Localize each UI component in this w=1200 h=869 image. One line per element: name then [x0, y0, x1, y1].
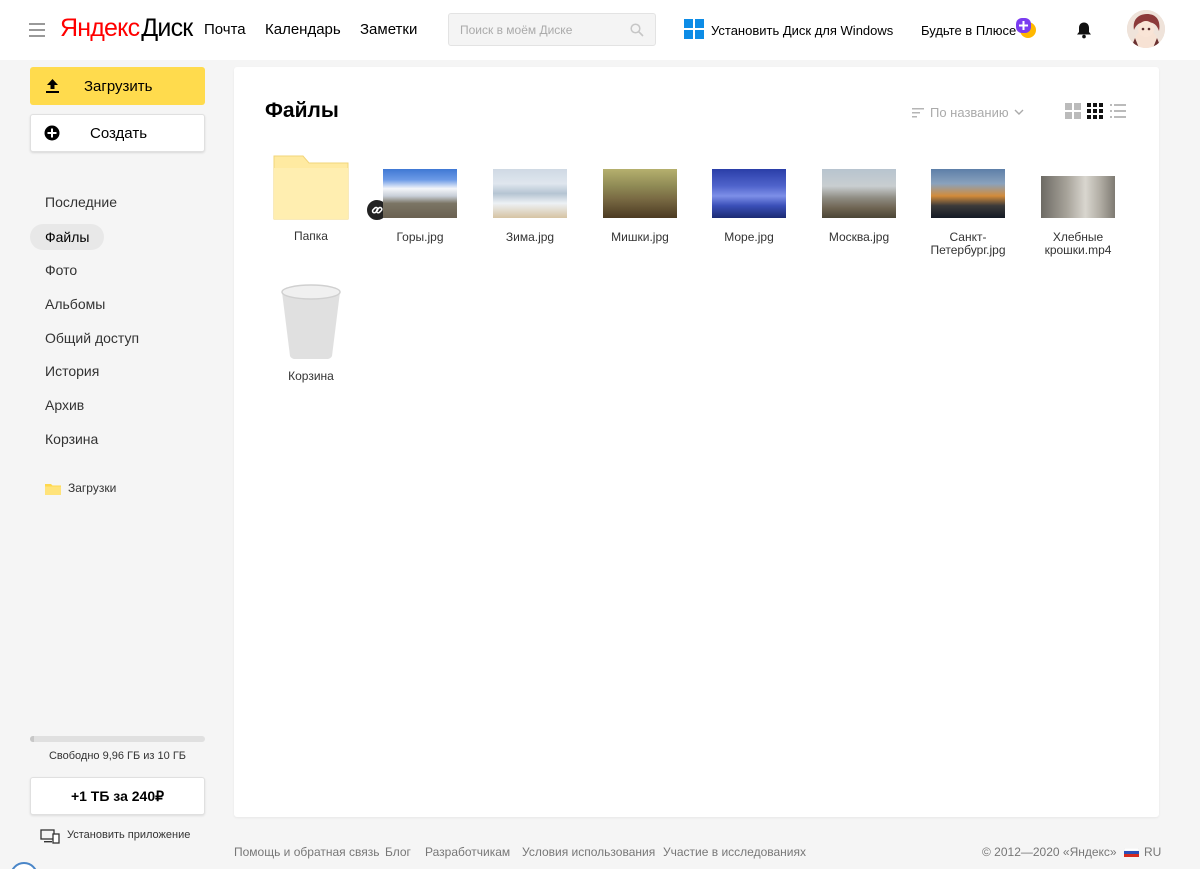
search-icon[interactable]: [630, 23, 644, 37]
file-item-image[interactable]: Мишки.jpg: [590, 169, 690, 259]
sort-label: По названию: [930, 105, 1009, 120]
image-thumbnail: [931, 169, 1005, 218]
file-item-image[interactable]: Море.jpg: [699, 169, 799, 259]
image-thumbnail: [822, 169, 896, 218]
chevron-down-icon: [1014, 109, 1024, 115]
sidebar-item-files[interactable]: Файлы: [30, 224, 105, 250]
russia-flag-icon: [1124, 848, 1139, 857]
quota-text: Свободно 9,96 ГБ из 10 ГБ: [48, 750, 187, 762]
file-item-trash[interactable]: Корзина: [261, 283, 361, 383]
file-item-video[interactable]: Хлебные крошки.mp4: [1028, 169, 1128, 269]
sidebar-folder-label: Загрузки: [68, 481, 117, 495]
file-name: Зима.jpg: [505, 230, 555, 244]
create-button[interactable]: Создать: [30, 114, 205, 152]
logo[interactable]: ЯндексДиск: [60, 14, 193, 43]
file-name: Папка: [294, 229, 328, 243]
file-item-image[interactable]: Зима.jpg: [480, 169, 580, 259]
sidebar-item-albums[interactable]: Альбомы: [30, 291, 120, 317]
folder-icon: [273, 155, 349, 220]
file-name: Море.jpg: [724, 230, 774, 244]
upload-button[interactable]: Загрузить: [30, 67, 205, 105]
file-name: Москва.jpg: [828, 230, 890, 244]
footer-link-terms[interactable]: Условия использования: [522, 845, 655, 859]
view-small-tiles-icon[interactable]: [1087, 103, 1103, 119]
folder-icon: [45, 484, 61, 495]
file-name: Санкт-Петербург.jpg: [930, 230, 1006, 257]
image-thumbnail: [603, 169, 677, 218]
nav-notes[interactable]: Заметки: [360, 21, 417, 38]
quota-bar: [30, 736, 205, 742]
footer-link-developers[interactable]: Разработчикам: [425, 845, 510, 859]
file-name: Мишки.jpg: [611, 230, 669, 244]
nav-mail[interactable]: Почта: [204, 21, 246, 38]
logo-yandex: Яндекс: [60, 14, 140, 42]
search-box: [448, 13, 656, 46]
file-item-image[interactable]: Санкт-Петербург.jpg: [918, 169, 1018, 269]
language-label: RU: [1144, 845, 1162, 859]
file-item-image[interactable]: Горы.jpg: [370, 169, 470, 259]
nav-calendar[interactable]: Календарь: [265, 21, 341, 38]
create-button-label: Создать: [90, 125, 148, 142]
file-item-folder[interactable]: Папка: [261, 154, 389, 254]
file-name: Горы.jpg: [396, 230, 444, 244]
logo-disk: Диск: [141, 14, 193, 42]
footer-link-help[interactable]: Помощь и обратная связь: [234, 845, 379, 859]
install-app-label: Установить приложение: [67, 829, 191, 841]
sidebar-item-trash[interactable]: Корзина: [30, 426, 113, 452]
devices-icon: [40, 829, 60, 844]
upload-icon: [46, 79, 59, 93]
sidebar-item-recent[interactable]: Последние: [30, 189, 132, 215]
avatar[interactable]: [1127, 10, 1165, 48]
avatar-image: [1127, 10, 1165, 48]
windows-icon: [684, 19, 704, 39]
sidebar-item-shared[interactable]: Общий доступ: [30, 325, 154, 351]
bell-icon[interactable]: [1076, 21, 1092, 39]
file-name: Корзина: [288, 369, 334, 383]
sidebar-item-photo[interactable]: Фото: [30, 257, 92, 283]
quota-fill: [30, 736, 34, 742]
image-thumbnail: [712, 169, 786, 218]
plus-icon[interactable]: [1016, 18, 1037, 39]
upload-button-label: Загрузить: [84, 78, 153, 95]
plus-circle-icon: [44, 125, 60, 141]
menu-icon[interactable]: [29, 23, 45, 37]
file-item-image[interactable]: Москва.jpg: [809, 169, 909, 259]
sidebar-item-archive[interactable]: Архив: [30, 392, 99, 418]
footer-link-research[interactable]: Участие в исследованиях: [663, 845, 806, 859]
buy-space-button[interactable]: +1 ТБ за 240₽: [30, 777, 205, 815]
header: ЯндексДиск Почта Календарь Заметки Устан…: [0, 0, 1200, 60]
view-large-tiles-icon[interactable]: [1065, 103, 1081, 119]
sidebar-item-history[interactable]: История: [30, 358, 114, 384]
sort-icon: [912, 108, 924, 118]
files-panel: Файлы По названию Папка Горы.jpg Зима.jp…: [234, 67, 1159, 817]
image-thumbnail: [493, 169, 567, 218]
trash-bin-icon: [281, 284, 341, 359]
footer-link-blog[interactable]: Блог: [385, 845, 411, 859]
video-thumbnail: [1041, 176, 1115, 218]
page-title: Файлы: [265, 99, 339, 122]
plus-promo-link[interactable]: Будьте в Плюсе: [921, 23, 1016, 38]
image-thumbnail: [383, 169, 457, 218]
file-name: Хлебные крошки.mp4: [1044, 230, 1112, 257]
search-input[interactable]: [449, 14, 619, 45]
view-list-icon[interactable]: [1110, 103, 1126, 119]
help-widget[interactable]: [10, 862, 38, 869]
install-windows-label: Установить Диск для Windows: [711, 23, 894, 38]
copyright: © 2012—2020 «Яндекс»: [982, 845, 1117, 859]
